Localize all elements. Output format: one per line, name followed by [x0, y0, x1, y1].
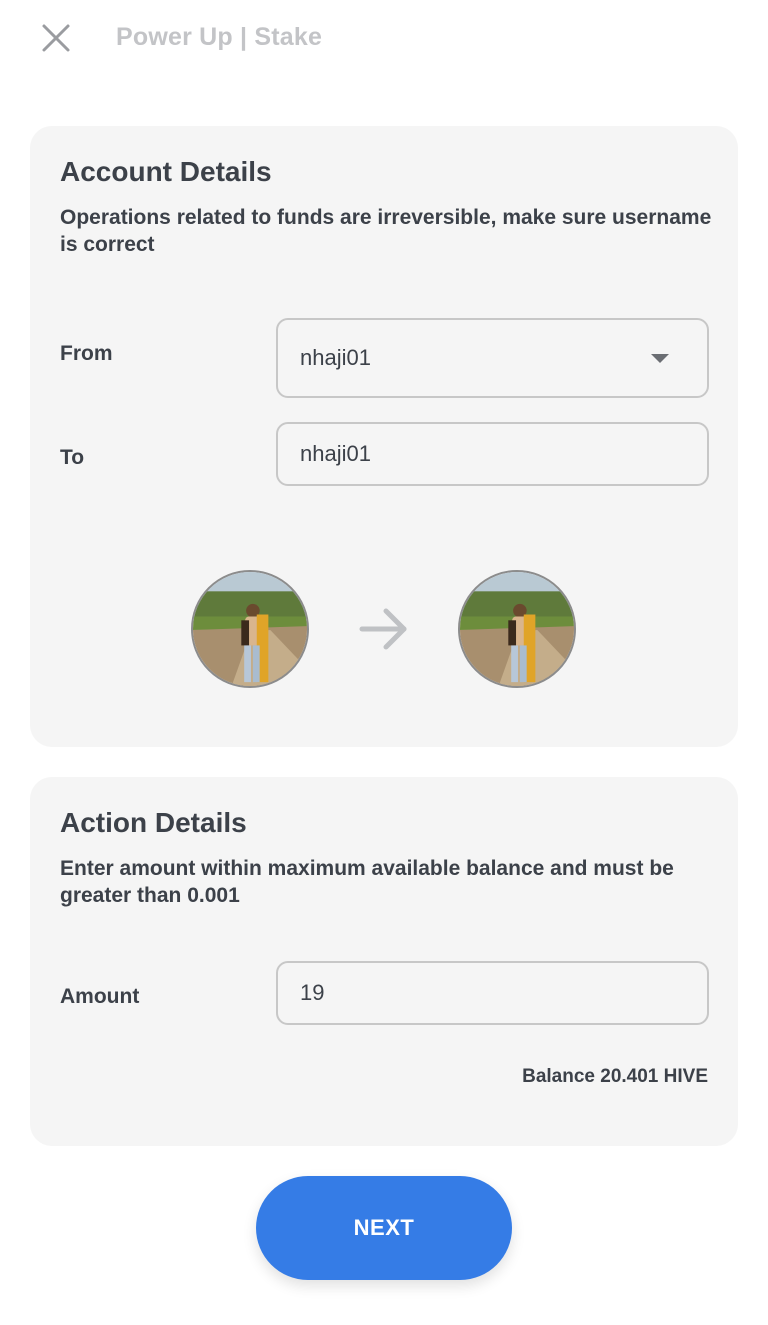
from-avatar — [191, 570, 309, 688]
chevron-down-icon — [651, 354, 669, 363]
action-details-title: Action Details — [60, 807, 247, 838]
power-up-screen: Power Up | Stake Account Details Operati… — [0, 0, 768, 1325]
balance-text: Balance 20.401 HIVE — [522, 1066, 708, 1087]
action-details-card: Action Details Enter amount within maxim… — [30, 777, 738, 1146]
action-details-description: Enter amount within maximum available ba… — [60, 857, 674, 907]
account-details-description: Operations related to funds are irrevers… — [60, 206, 712, 256]
arrow-right-icon — [359, 608, 407, 650]
from-label: From — [60, 342, 113, 365]
from-dropdown[interactable]: nhaji01 — [276, 318, 709, 398]
next-button[interactable]: NEXT — [256, 1176, 512, 1280]
amount-label: Amount — [60, 985, 140, 1008]
avatar-image — [193, 572, 307, 686]
close-button[interactable] — [36, 18, 76, 58]
close-icon — [42, 24, 70, 52]
from-value: nhaji01 — [300, 345, 371, 370]
amount-field[interactable] — [276, 961, 709, 1025]
page-title: Power Up | Stake — [116, 23, 323, 51]
to-field[interactable] — [276, 422, 709, 486]
to-input[interactable] — [300, 441, 707, 467]
to-avatar — [458, 570, 576, 688]
account-details-card: Account Details Operations related to fu… — [30, 126, 738, 747]
account-details-title: Account Details — [60, 156, 272, 187]
to-label: To — [60, 446, 85, 469]
avatar-image — [460, 572, 574, 686]
amount-input[interactable] — [300, 980, 707, 1006]
header: Power Up | Stake — [0, 0, 768, 80]
